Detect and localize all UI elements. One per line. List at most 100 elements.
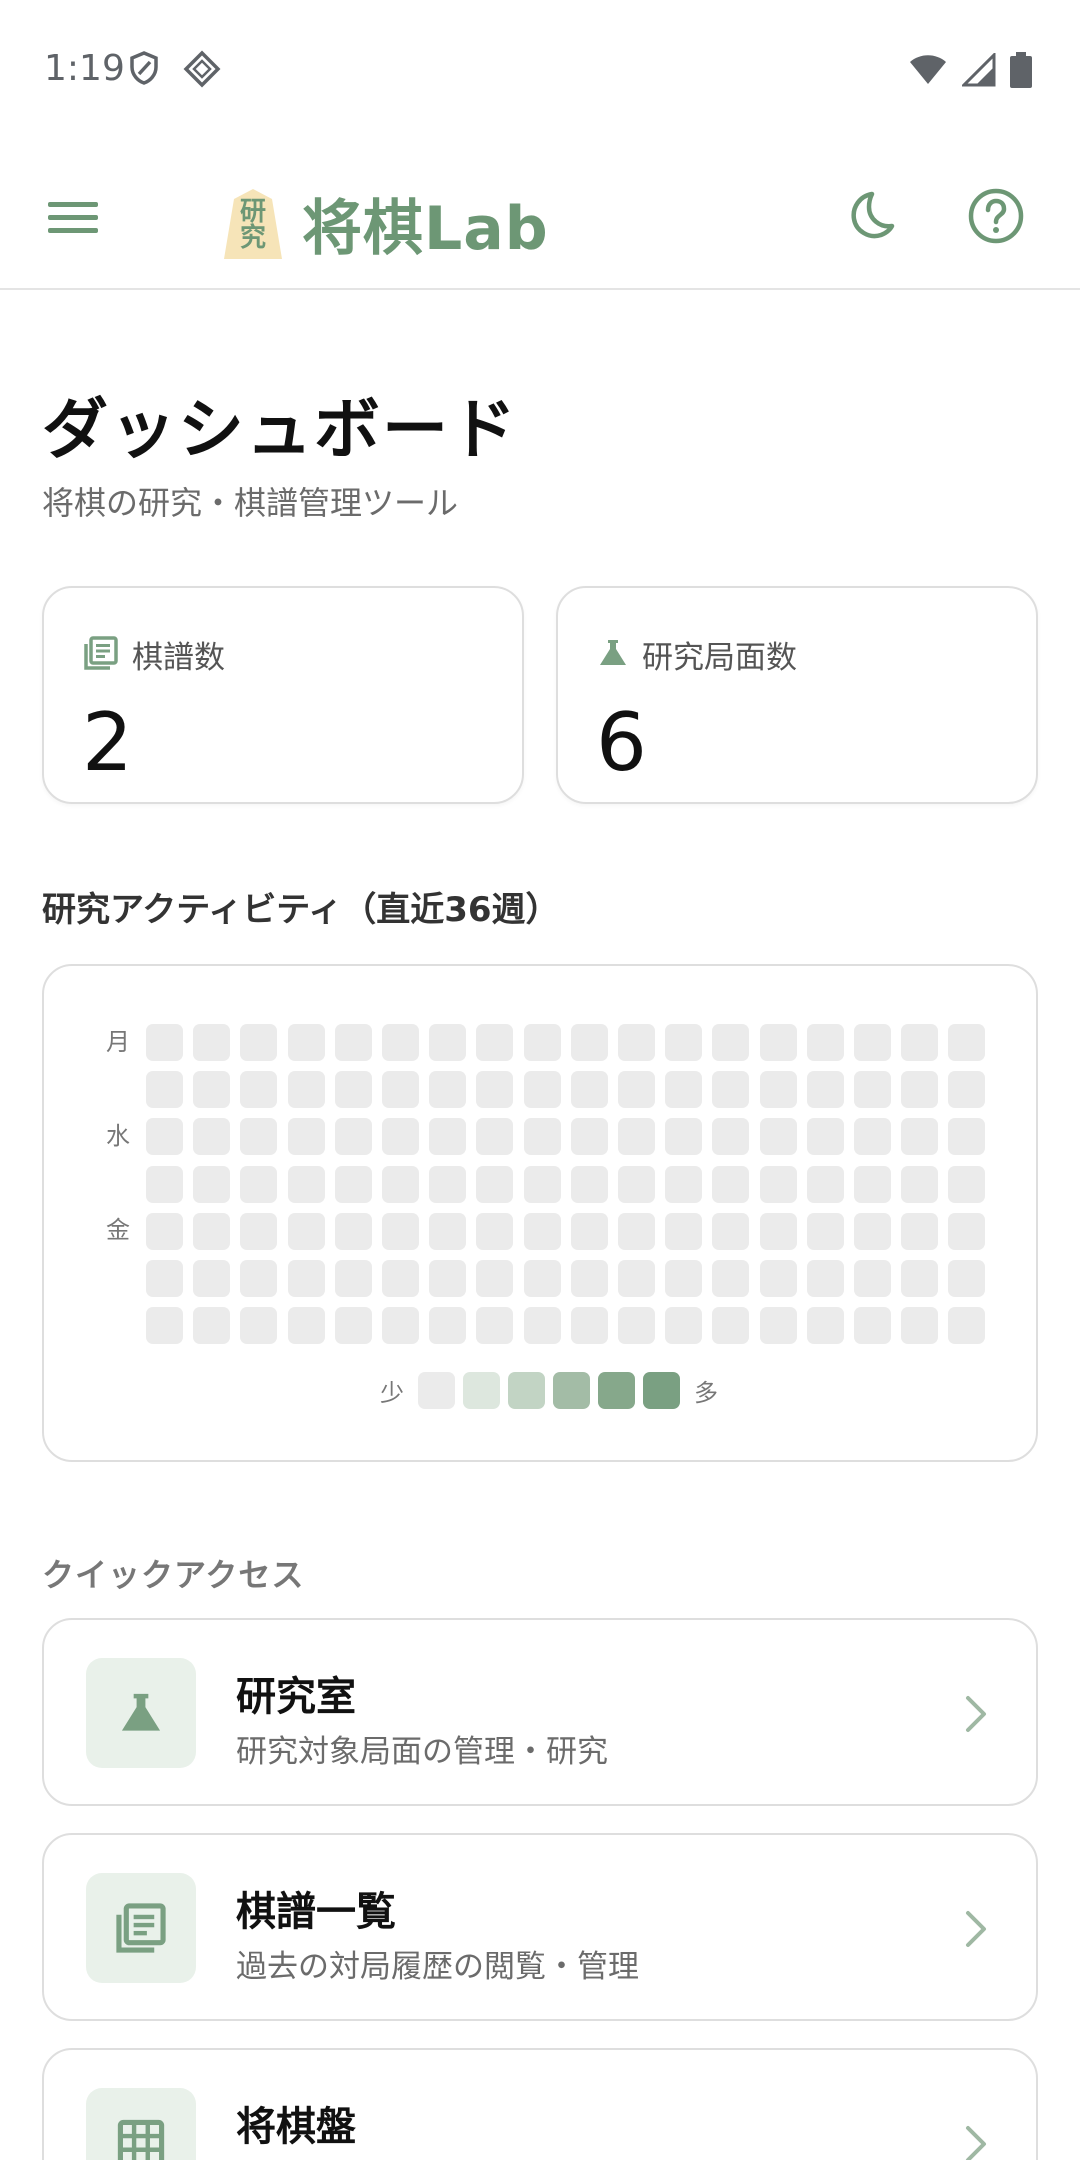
heatmap-cell [523,1118,561,1156]
heatmap-cell [618,1024,655,1061]
legend-swatches [418,1372,680,1409]
heatmap-cell [948,1024,986,1061]
heatmap-cell [476,1165,514,1203]
qa-title: 研究室 [236,1674,356,1720]
heatmap-cell [523,1260,561,1297]
heatmap-cell [240,1118,278,1156]
page-title: ダッシュボード [42,391,518,468]
heatmap-cell [523,1165,561,1203]
heatmap-cell [618,1260,655,1297]
dark-mode-button[interactable] [842,188,898,244]
stat-card-research-positions: 研究局面数 6 [556,586,1038,804]
heatmap-cell [382,1024,419,1061]
heatmap-cell [429,1307,467,1345]
diamond-app-icon [183,50,221,92]
heatmap-cell [287,1024,325,1061]
activity-section-title: 研究アクティビティ（直近36週） [42,890,560,930]
heatmap-cell [382,1212,419,1250]
heatmap-cell [806,1118,844,1156]
chevron-right-icon [966,1696,986,1732]
stat-label: 研究局面数 [642,640,797,676]
heatmap-cell [806,1071,844,1109]
moon-icon [851,191,895,239]
legend-swatch [418,1372,455,1409]
app-name: 将棋Lab [302,194,549,264]
heatmap-cell [193,1260,231,1297]
heatmap-cell [806,1024,844,1061]
heatmap-cell [854,1212,891,1250]
heatmap-cell [665,1118,703,1156]
heatmap-cell [712,1260,750,1297]
shield-icon [128,50,160,90]
heatmap-cell [570,1260,608,1297]
legend-swatch [463,1372,500,1409]
heatmap-cell [854,1024,891,1061]
heatmap-cell [476,1118,514,1156]
heatmap-cell [712,1165,750,1203]
help-button[interactable] [966,186,1026,246]
legend-more-label: 多 [694,1379,718,1407]
heatmap-cell [287,1212,325,1250]
heatmap-cell [334,1165,372,1203]
heatmap-cell [570,1118,608,1156]
heatmap-cell [618,1071,655,1109]
help-icon [968,188,1024,244]
heatmap-cell [948,1212,986,1250]
heatmap-cell [854,1165,891,1203]
day-label-fri: 金 [106,1216,130,1244]
heatmap-cell [523,1071,561,1109]
board-grid-icon [117,2119,165,2160]
qa-icon-box [86,1873,196,1983]
stat-label: 棋譜数 [132,640,225,676]
day-label-wed: 水 [106,1122,130,1150]
heatmap-cell [806,1212,844,1250]
heatmap-cell [287,1260,325,1297]
qa-title: 棋譜一覧 [236,1889,396,1935]
cell-signal-icon [960,51,996,91]
heatmap-cell [712,1024,750,1061]
chevron-right-icon [966,2126,986,2160]
page-subtitle: 将棋の研究・棋譜管理ツール [42,484,459,522]
heatmap-cell [287,1307,325,1345]
heatmap-cell [476,1307,514,1345]
heatmap-cell [287,1071,325,1109]
app-bar: 研究 将棋Lab [0,150,1080,290]
heatmap-cell [240,1212,278,1250]
heatmap-cell [759,1165,797,1203]
flask-icon [121,1693,161,1731]
heatmap-cell [948,1118,986,1156]
quick-access-research-room[interactable]: 研究室 研究対象局面の管理・研究 [42,1618,1038,1806]
heatmap-cell [570,1024,608,1061]
heatmap-cell [901,1024,939,1061]
menu-button[interactable] [48,198,98,238]
heatmap-cell [901,1118,939,1156]
heatmap-cell [240,1024,278,1061]
heatmap-cell [570,1307,608,1345]
heatmap-cell [382,1118,419,1156]
heatmap-cell [523,1024,561,1061]
legend-swatch [643,1372,680,1409]
heatmap-cell [901,1260,939,1297]
heatmap-cell [948,1260,986,1297]
day-label-mon: 月 [106,1028,130,1056]
heatmap-cell [193,1024,231,1061]
heatmap-cell [665,1260,703,1297]
heatmap-cell [712,1071,750,1109]
heatmap-cell [854,1260,891,1297]
heatmap-cell [901,1307,939,1345]
heatmap-cell [287,1118,325,1156]
heatmap-cell [193,1118,231,1156]
heatmap-cell [570,1212,608,1250]
heatmap-cell [665,1307,703,1345]
heatmap-cell [618,1118,655,1156]
quick-access-kifu-list[interactable]: 棋譜一覧 過去の対局履歴の閲覧・管理 [42,1833,1038,2021]
heatmap-cell [948,1165,986,1203]
heatmap-legend: 少 多 [374,1372,724,1409]
kifu-list-icon [84,635,118,674]
quick-access-shogi-board[interactable]: 将棋盤 [42,2048,1038,2160]
qa-description: 研究対象局面の管理・研究 [236,1734,608,1770]
heatmap-cell [759,1307,797,1345]
heatmap-cell [665,1071,703,1109]
logo-piece-text: 研究 [239,196,266,253]
heatmap-cell [854,1307,891,1345]
